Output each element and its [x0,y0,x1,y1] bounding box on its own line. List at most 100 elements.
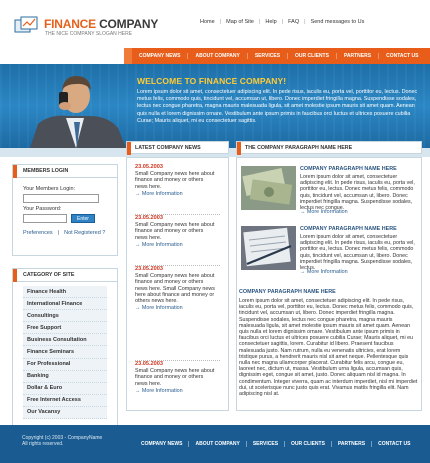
paragraph-title: COMPANY PARAGRAPH NAME HERE [300,166,397,172]
paragraph-text: Lorem ipsum dolor sit amet, consectetuer… [300,234,415,272]
category-item-dollar-euro[interactable]: Dollar & Euro [23,382,107,395]
news-list: 23.05.2003 Small Company news here about… [126,157,229,411]
footer-nav-contact-us[interactable]: CONTACT US [372,441,416,447]
nav-about-company[interactable]: ABOUT COMPANY [188,53,248,59]
footer-nav: COMPANY NEWS ABOUT COMPANY SERVICES OUR … [135,441,416,447]
footer-nav-partners[interactable]: PARTNERS [332,441,373,447]
category-title: CATEGORY OF SITE [13,269,117,282]
password-input[interactable] [23,214,67,223]
top-links: Home | Map of Site | Help | FAQ | Send m… [200,19,364,25]
category-item-banking[interactable]: Banking [23,370,107,383]
nav-partners[interactable]: PARTNERS [337,53,380,59]
more-information-link[interactable]: → More Information [135,242,220,248]
nav-contact-us[interactable]: CONTACT US [379,53,425,59]
footer-nav-company-news[interactable]: COMPANY NEWS [135,441,190,447]
header: FINANCE COMPANY THE NICE COMPANY SLOGAN … [0,0,430,46]
paragraph-title: COMPANY PARAGRAPH NAME HERE [300,226,397,232]
logo-icon [14,16,38,33]
latest-news-title: LATEST COMPANY NEWS [126,141,229,155]
category-item-finance-seminars[interactable]: Finance Seminars [23,346,107,359]
hero-text: Lorem ipsum dolor sit amet, consectetuer… [137,89,418,124]
more-information-link[interactable]: → More Information [300,269,348,275]
more-information-link[interactable]: → More Information [135,305,220,311]
news-text: Small Company news here about finance an… [135,171,215,190]
members-login-box: MEMBERS LOGIN Your Members Login: Your P… [12,164,118,256]
left-sidebar: MEMBERS LOGIN Your Members Login: Your P… [12,164,118,427]
not-registered-link[interactable]: Not Registered ? [64,230,105,236]
news-date: 23.05.2003 [135,164,163,170]
top-link-send-messages[interactable]: Send messages to Us [311,19,365,25]
news-text: Small Company news here about finance an… [135,273,215,305]
top-link-home[interactable]: Home [200,19,215,25]
news-date: 23.05.2003 [135,361,163,367]
footer-nav-our-clients[interactable]: OUR CLIENTS [285,441,332,447]
copyright-line: All rights reserved. [22,441,64,448]
preferences-link[interactable]: Preferences [23,230,53,236]
category-item-free-internet-access[interactable]: Free Internet Access [23,394,107,407]
category-item-for-professional[interactable]: For Professional [23,358,107,371]
top-link-map[interactable]: Map of Site [226,19,254,25]
category-item-international-finance[interactable]: International Finance [23,298,107,311]
arrow-right-icon: → [135,190,142,197]
nav-services[interactable]: SERVICES [248,53,289,59]
slogan: THE NICE COMPANY SLOGAN HERE [45,31,133,37]
more-information-label: More Information [141,305,183,312]
documents-pen-photo [241,226,296,270]
login-input[interactable] [23,194,99,203]
footer-nav-services[interactable]: SERVICES [247,441,286,447]
more-information-label: More Information [141,190,183,197]
members-login-title: MEMBERS LOGIN [13,165,117,178]
businessman-photo [30,76,126,148]
brand-name[interactable]: FINANCE COMPANY [44,17,158,31]
separator: | [304,19,306,25]
separator: | [258,19,261,25]
nav-company-news[interactable]: COMPANY NEWS [132,53,189,59]
category-item-business-consultation[interactable]: Business Consultation [23,334,107,347]
enter-button[interactable]: Enter [71,214,95,223]
news-date: 23.05.2003 [135,215,163,221]
paragraph-big-title: COMPANY PARAGRAPH NAME HERE [239,289,336,295]
news-item: 23.05.2003 Small Company news here about… [135,266,220,361]
paragraph-column: THE COMPANY PARAGRAPH NAME HERE COMPANY … [236,141,422,411]
more-information-label: More Information [141,387,183,394]
hero-banner: WELCOME TO FINANCE COMPANY! Lorem ipsum … [0,64,430,148]
more-information-link[interactable]: → More Information [300,209,348,215]
news-text: Small Company news here about finance an… [135,368,215,387]
paragraph-body: COMPANY PARAGRAPH NAME HERE Lorem ipsum … [236,157,422,411]
category-item-our-vacansy[interactable]: Our Vacansy [23,406,107,420]
money-photo [241,166,296,210]
more-information-link[interactable]: → More Information [135,191,220,197]
top-link-help[interactable]: Help [265,19,276,25]
category-item-free-support[interactable]: Free Support [23,322,107,335]
category-item-finance-health[interactable]: Finance Health [23,286,107,299]
footer-nav-about-company[interactable]: ABOUT COMPANY [189,441,247,447]
category-list: Finance Health International Finance Con… [13,282,117,423]
arrow-right-icon: → [135,305,142,312]
paragraph-big-text: Lorem ipsum dolor sit amet, consectetuer… [239,298,418,398]
category-box: CATEGORY OF SITE Finance Health Internat… [12,268,118,427]
category-item-consultings[interactable]: Consultings [23,310,107,323]
news-item: 23.05.2003 Small Company news here about… [135,361,220,412]
top-link-faq[interactable]: FAQ [288,19,299,25]
news-item: 23.05.2003 Small Company news here about… [135,215,220,266]
paragraph-item: COMPANY PARAGRAPH NAME HERE Lorem ipsum … [237,222,423,280]
copyright: Copyright (c) 2003 - CompanyName All rig… [22,435,102,447]
paragraph-section-title: THE COMPANY PARAGRAPH NAME HERE [236,141,422,155]
more-information-link[interactable]: → More Information [135,388,220,394]
news-item: 23.05.2003 Small Company news here about… [135,164,220,215]
news-text: Small Company news here about finance an… [135,222,215,241]
more-information-label: More Information [141,241,183,248]
arrow-right-icon: → [135,387,142,394]
footer: Copyright (c) 2003 - CompanyName All rig… [0,425,430,463]
paragraph-item: COMPANY PARAGRAPH NAME HERE Lorem ipsum … [237,162,423,220]
news-date: 23.05.2003 [135,266,163,272]
arrow-right-icon: → [300,209,307,215]
separator: | [57,230,60,236]
hero-title: WELCOME TO FINANCE COMPANY! [137,76,287,86]
paragraph-text: Lorem ipsum dolor sit amet, consectetuer… [300,174,415,212]
brand-name-part1: FINANCE [44,17,96,31]
nav-our-clients[interactable]: OUR CLIENTS [288,53,337,59]
main-nav: COMPANY NEWS ABOUT COMPANY SERVICES OUR … [132,48,430,64]
brand-name-part2: COMPANY [99,17,159,31]
latest-news-column: LATEST COMPANY NEWS 23.05.2003 Small Com… [126,141,229,411]
